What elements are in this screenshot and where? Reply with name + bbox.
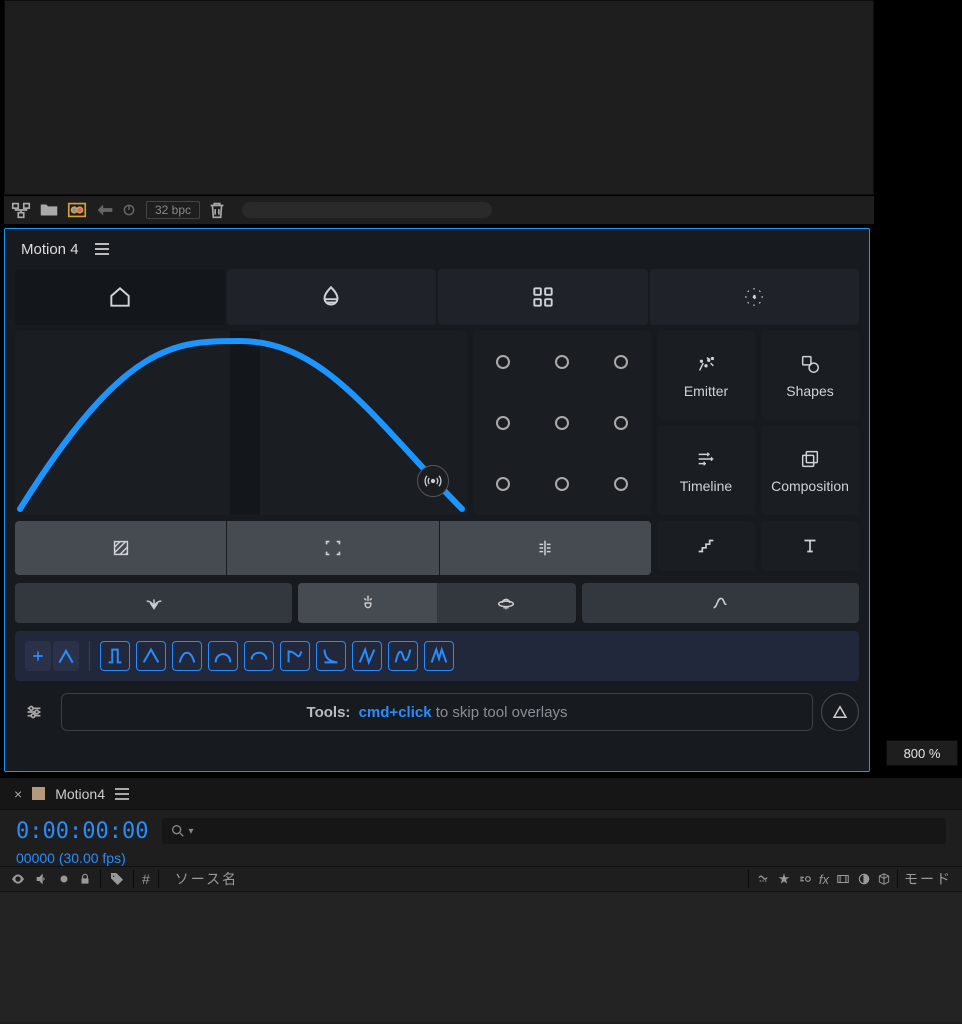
project-search[interactable] <box>242 202 492 218</box>
star-icon[interactable] <box>777 872 791 886</box>
anchor-top-left[interactable] <box>496 355 510 369</box>
triangle-icon[interactable] <box>821 693 859 731</box>
broadcast-icon[interactable] <box>417 465 449 497</box>
composition-preview[interactable] <box>4 0 874 195</box>
flowchart-icon[interactable] <box>10 200 32 220</box>
ease-preset-3[interactable] <box>172 641 202 671</box>
motion4-panel: Motion 4 <box>4 228 870 772</box>
tool-emitter-label: Emitter <box>684 383 728 399</box>
ease-add-button[interactable] <box>25 641 51 671</box>
ease-current[interactable] <box>53 641 79 671</box>
anchor-bottom-left[interactable] <box>496 477 510 491</box>
btn-hatch[interactable] <box>15 521 226 575</box>
timeline-tab-name[interactable]: Motion4 <box>55 786 105 802</box>
comp-color-swatch[interactable] <box>32 787 45 800</box>
ease-curve-editor[interactable] <box>15 331 467 515</box>
tab-grid[interactable] <box>438 269 648 325</box>
settings-icon[interactable] <box>15 693 53 731</box>
timeline-menu-icon[interactable] <box>115 788 129 800</box>
ease-preset-4[interactable] <box>208 641 238 671</box>
motion4-header: Motion 4 <box>5 229 869 269</box>
label-icon[interactable] <box>109 871 125 887</box>
tool-emitter[interactable]: Emitter <box>657 331 755 420</box>
hint-bar: Tools: cmd+click to skip tool overlays <box>61 693 813 731</box>
panel-menu-icon[interactable] <box>95 243 109 255</box>
close-tab-icon[interactable]: × <box>14 786 22 802</box>
tab-home[interactable] <box>15 269 225 325</box>
btn-ufo[interactable] <box>437 583 576 623</box>
mode-column[interactable]: モード <box>904 869 952 889</box>
timeline-search[interactable]: ▾ <box>162 818 946 844</box>
tool-composition[interactable]: Composition <box>761 426 859 515</box>
right-strip <box>880 0 962 776</box>
eye-icon[interactable] <box>10 871 26 887</box>
ease-preset-8[interactable] <box>352 641 382 671</box>
btn-focus[interactable] <box>227 521 438 575</box>
btn-path[interactable] <box>582 583 859 623</box>
tool-text[interactable] <box>761 521 859 571</box>
adjustment-layer-icon[interactable] <box>857 872 871 886</box>
ease-preset-5[interactable] <box>244 641 274 671</box>
power-icon[interactable] <box>118 200 140 220</box>
tool-timeline-label: Timeline <box>680 478 732 494</box>
ease-preset-9[interactable] <box>388 641 418 671</box>
shy-icon[interactable] <box>755 871 771 887</box>
btn-touch[interactable] <box>298 583 437 623</box>
timeline-panel: × Motion4 0:00:00:00 ▾ 00000 (30.00 fps)… <box>0 778 962 1024</box>
ease-preset-10[interactable] <box>424 641 454 671</box>
ease-preset-7[interactable] <box>316 641 346 671</box>
bit-depth-toggle[interactable]: 32 bpc <box>146 201 200 219</box>
anchor-bottom-right[interactable] <box>614 477 628 491</box>
ease-presets-row <box>15 631 859 681</box>
anchor-middle-center[interactable] <box>555 416 569 430</box>
tool-composition-label: Composition <box>771 478 849 494</box>
folder-icon[interactable] <box>38 200 60 220</box>
tab-color[interactable] <box>227 269 437 325</box>
adjustment-icon[interactable] <box>94 200 116 220</box>
anchor-top-right[interactable] <box>614 355 628 369</box>
lock-icon[interactable] <box>78 872 92 886</box>
composition-icon[interactable] <box>66 200 88 220</box>
speaker-icon[interactable] <box>34 871 50 887</box>
frame-info[interactable]: 00000 (30.00 fps) <box>0 850 962 866</box>
anchor-bottom-center[interactable] <box>555 477 569 491</box>
3d-icon[interactable] <box>877 872 891 886</box>
project-toolbar: 32 bpc <box>4 196 874 224</box>
btn-fan[interactable] <box>15 583 292 623</box>
btn-align[interactable] <box>440 521 651 575</box>
tool-timeline[interactable]: Timeline <box>657 426 755 515</box>
motion-blur-icon[interactable] <box>797 872 813 886</box>
frame-blend-icon[interactable] <box>835 872 851 886</box>
tab-transform[interactable] <box>650 269 860 325</box>
source-name-column[interactable]: ソース名 <box>175 869 238 889</box>
tool-shapes-label: Shapes <box>786 383 833 399</box>
panel-title: Motion 4 <box>21 241 79 258</box>
anchor-point-grid <box>473 331 651 515</box>
ease-preset-2[interactable] <box>136 641 166 671</box>
zoom-level[interactable]: 800 % <box>886 740 958 766</box>
ease-preset-1[interactable] <box>100 641 130 671</box>
ease-preset-6[interactable] <box>280 641 310 671</box>
fx-icon[interactable]: fx <box>819 872 829 887</box>
timeline-columns: # ソース名 fx モード <box>0 866 962 892</box>
tool-stairs[interactable] <box>657 521 755 571</box>
hash-column[interactable]: # <box>142 871 150 887</box>
anchor-middle-right[interactable] <box>614 416 628 430</box>
anchor-top-center[interactable] <box>555 355 569 369</box>
solo-icon[interactable] <box>58 873 70 885</box>
anchor-middle-left[interactable] <box>496 416 510 430</box>
timeline-body[interactable] <box>0 892 962 1022</box>
trash-icon[interactable] <box>206 200 228 220</box>
timecode[interactable]: 0:00:00:00 <box>16 819 148 844</box>
tool-shapes[interactable]: Shapes <box>761 331 859 420</box>
